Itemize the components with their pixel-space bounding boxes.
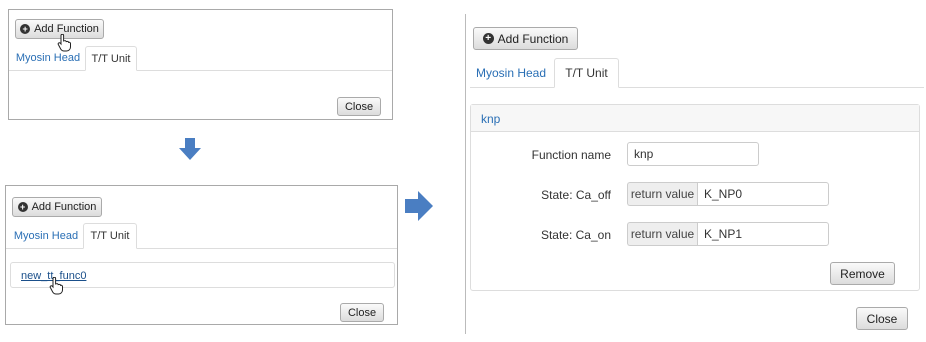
- tab-myosin-head[interactable]: Myosin Head: [11, 223, 81, 248]
- tab-label: Myosin Head: [15, 52, 81, 64]
- tab-label: Myosin Head: [13, 229, 79, 242]
- tab-label: T/T Unit: [91, 52, 131, 65]
- tab-label: T/T Unit: [90, 230, 130, 242]
- close-label: Close: [344, 100, 374, 113]
- arrow-right-icon: [405, 191, 433, 221]
- add-function-label: Add Function: [497, 31, 569, 46]
- return-value-addon: return value: [627, 182, 697, 206]
- function-name-field[interactable]: knp: [627, 142, 759, 166]
- remove-button[interactable]: Remove: [830, 262, 895, 285]
- plus-circle-icon: +: [17, 202, 28, 212]
- add-function-button[interactable]: + Add Function: [12, 197, 102, 217]
- remove-label: Remove: [840, 266, 885, 281]
- state-value-field[interactable]: K_NP0: [697, 182, 829, 206]
- tab-label: Myosin Head: [475, 65, 547, 80]
- plus-circle-icon: +: [20, 24, 31, 34]
- dialog-bottom-left: + Add Function Myosin Head T/T Unit new_…: [5, 185, 398, 325]
- function-list-panel: new_tt_func0: [10, 262, 395, 288]
- tab-tt-unit[interactable]: T/T Unit: [83, 223, 137, 249]
- tab-tt-unit[interactable]: T/T Unit: [554, 58, 619, 88]
- close-label: Close: [347, 306, 377, 319]
- tab-bar: Myosin Head T/T Unit: [470, 58, 924, 88]
- state-value: K_NP0: [704, 187, 743, 201]
- close-button[interactable]: Close: [340, 303, 384, 322]
- close-button[interactable]: Close: [337, 97, 381, 116]
- function-panel-heading: knp: [471, 105, 919, 132]
- add-function-button[interactable]: + Add Function: [473, 27, 578, 50]
- close-button[interactable]: Close: [856, 307, 908, 330]
- close-label: Close: [866, 311, 898, 326]
- state-value-field[interactable]: K_NP1: [697, 222, 829, 246]
- function-name-label: Function name: [531, 148, 611, 162]
- tab-bar: Myosin Head T/T Unit: [6, 223, 397, 249]
- arrow-down-icon: [179, 138, 201, 160]
- add-function-label: Add Function: [31, 201, 97, 213]
- tab-myosin-head[interactable]: Myosin Head: [470, 58, 552, 87]
- function-panel: knp Function name knp State: Ca_off retu…: [470, 104, 920, 291]
- tab-myosin-head[interactable]: Myosin Head: [13, 46, 83, 70]
- state-value: K_NP1: [704, 227, 743, 241]
- dialog-right: + Add Function Myosin Head T/T Unit knp …: [465, 14, 926, 334]
- addon-label: return value: [630, 227, 695, 241]
- hand-pointer-icon: [57, 34, 71, 52]
- tab-tt-unit[interactable]: T/T Unit: [85, 46, 137, 71]
- return-value-addon: return value: [627, 222, 697, 246]
- state-label: State: Ca_off: [541, 188, 611, 202]
- hand-pointer-icon: [49, 277, 63, 295]
- addon-label: return value: [630, 187, 695, 201]
- dialog-top-left: + Add Function Myosin Head T/T Unit Clos…: [8, 9, 393, 120]
- state-label: State: Ca_on: [540, 228, 611, 242]
- plus-circle-icon: +: [482, 33, 494, 44]
- function-name-value: knp: [634, 147, 654, 161]
- tab-label: T/T Unit: [565, 66, 608, 80]
- function-heading[interactable]: knp: [481, 112, 500, 126]
